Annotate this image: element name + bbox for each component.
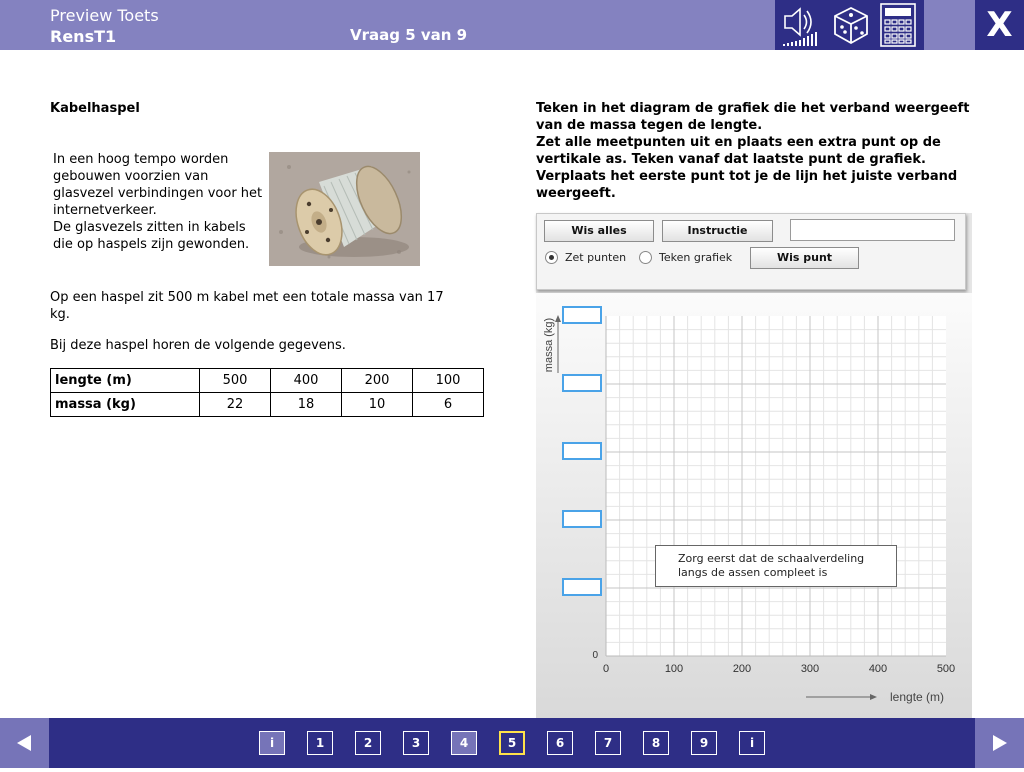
- page-button[interactable]: 8: [643, 731, 669, 755]
- radio-selected-dot: [549, 255, 554, 260]
- plot-area[interactable]: 0 100 200 300 400 500 0 massa (kg) lengte (m)…: [536, 293, 972, 718]
- table-cell: 22: [199, 392, 271, 417]
- graph-panel: Wis alles Instructie Zet punten Teken gr…: [536, 213, 972, 718]
- page-button[interactable]: 4: [451, 731, 477, 755]
- arrow-right-icon: [993, 735, 1007, 751]
- x-tick-label: 200: [733, 663, 751, 675]
- previous-button[interactable]: [0, 718, 49, 768]
- table-cell: 500: [199, 368, 271, 393]
- page-button[interactable]: i: [739, 731, 765, 755]
- instruction-line: Teken in het diagram de grafiek die het …: [536, 101, 970, 133]
- instruction-line: Verplaats het eerste punt tot je de lijn…: [536, 169, 958, 201]
- table-cell: 18: [270, 392, 342, 417]
- intro-line: De glasvezels zitten in kabels die op ha…: [53, 220, 250, 252]
- page-button[interactable]: 5: [499, 731, 525, 755]
- intro-line: In een hoog tempo worden gebouwen voorzi…: [53, 152, 263, 218]
- radio-label-draw-graph: Teken grafiek: [659, 251, 733, 264]
- table-cell: 100: [412, 368, 484, 393]
- x-tick-label: 500: [937, 663, 955, 675]
- table-cell: 200: [341, 368, 413, 393]
- table-cell: 10: [341, 392, 413, 417]
- table-cell: 400: [270, 368, 342, 393]
- calculator-icon[interactable]: [875, 2, 921, 48]
- answer-field[interactable]: [790, 219, 955, 241]
- radio-draw-graph[interactable]: [639, 251, 652, 264]
- cable-spool-image: [269, 152, 420, 266]
- paragraph-data-intro: Bij deze haspel horen de volgende gegeve…: [50, 338, 346, 353]
- chart-svg[interactable]: 0 100 200 300 400 500 0 massa (kg) lengte (m): [536, 293, 972, 718]
- footer-nav: i123456789i: [0, 718, 1024, 768]
- speaker-icon[interactable]: [779, 2, 825, 48]
- test-name: RensT1: [50, 27, 117, 46]
- page-button[interactable]: 3: [403, 731, 429, 755]
- instruction-line: Zet alle meetpunten uit en plaats een ex…: [536, 135, 941, 167]
- tools-bar: [775, 0, 924, 50]
- page-button[interactable]: i: [259, 731, 285, 755]
- paragraph-total-mass: Op een haspel zit 500 m kabel met een to…: [50, 290, 444, 322]
- table-row: lengte (m) 500 400 200 100: [50, 368, 484, 393]
- question-counter: Vraag 5 van 9: [350, 26, 468, 44]
- question-title: Kabelhaspel: [50, 101, 140, 116]
- x-tick-label: 0: [603, 663, 609, 675]
- row-label-mass: massa (kg): [50, 392, 200, 417]
- y-tick-input[interactable]: [562, 442, 602, 460]
- y-axis-label: massa (kg): [543, 318, 555, 372]
- y-tick-input[interactable]: [562, 510, 602, 528]
- plot-grid-background: [606, 316, 946, 656]
- graph-toolbar: Wis alles Instructie Zet punten Teken gr…: [536, 213, 966, 290]
- close-button[interactable]: X: [975, 0, 1024, 50]
- data-table: lengte (m) 500 400 200 100 massa (kg) 22…: [50, 368, 484, 417]
- table-row: massa (kg) 22 18 10 6: [50, 392, 484, 417]
- task-instructions: Teken in het diagram de grafiek die het …: [536, 100, 976, 202]
- page-button[interactable]: 9: [691, 731, 717, 755]
- page-button[interactable]: 1: [307, 731, 333, 755]
- x-tick-label: 100: [665, 663, 683, 675]
- app-title: Preview Toets: [50, 6, 159, 25]
- x-tick-label: 400: [869, 663, 887, 675]
- radio-set-points[interactable]: [545, 251, 558, 264]
- y-tick-label-zero: 0: [592, 650, 598, 661]
- x-tick-label: 300: [801, 663, 819, 675]
- y-tick-input[interactable]: [562, 374, 602, 392]
- radio-label-set-points: Zet punten: [565, 251, 627, 264]
- delete-point-button[interactable]: Wis punt: [750, 247, 859, 269]
- table-cell: 6: [412, 392, 484, 417]
- scale-hint-message: Zorg eerst dat de schaalverdeling langs …: [655, 545, 897, 587]
- instruction-button[interactable]: Instructie: [662, 220, 773, 242]
- arrow-left-icon: [17, 735, 31, 751]
- row-label-length: lengte (m): [50, 368, 200, 393]
- page-button[interactable]: 7: [595, 731, 621, 755]
- page-button[interactable]: 2: [355, 731, 381, 755]
- x-axis-label: lengte (m): [890, 690, 944, 704]
- header-bar: Preview Toets RensT1 Vraag 5 van 9 X: [0, 0, 1024, 50]
- y-tick-input[interactable]: [562, 578, 602, 596]
- dice-icon[interactable]: [827, 2, 873, 48]
- clear-all-button[interactable]: Wis alles: [544, 220, 654, 242]
- y-tick-input[interactable]: [562, 306, 602, 324]
- intro-text: In een hoog tempo worden gebouwen voorzi…: [53, 151, 265, 253]
- next-button[interactable]: [975, 718, 1024, 768]
- page-button[interactable]: 6: [547, 731, 573, 755]
